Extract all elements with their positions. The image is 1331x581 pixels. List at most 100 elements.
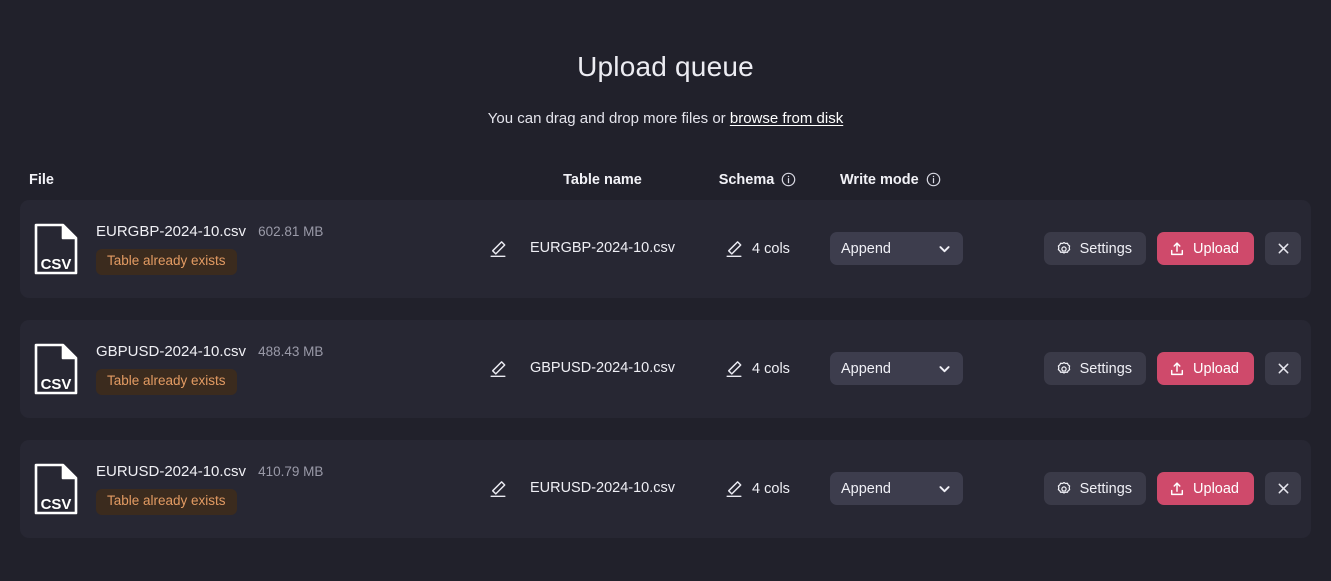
pencil-icon — [489, 240, 506, 257]
column-header-schema-label: Schema — [718, 171, 775, 188]
close-icon — [1278, 483, 1288, 494]
table-name-value: GBPUSD-2024-10.csv — [529, 360, 676, 377]
pencil-icon — [726, 240, 742, 257]
file-meta: EURUSD-2024-10.csv 410.79 MB Table alrea… — [96, 463, 323, 515]
upload-queue-list: CSV EURGBP-2024-10.csv 602.81 MB Table a… — [0, 199, 1331, 538]
close-icon — [1278, 243, 1288, 254]
settings-button[interactable]: Settings — [1043, 352, 1147, 386]
write-mode-value: Append — [841, 360, 891, 377]
column-header-table-name: Table name — [563, 171, 642, 188]
file-meta: EURGBP-2024-10.csv 602.81 MB Table alrea… — [96, 223, 323, 275]
settings-button[interactable]: Settings — [1043, 472, 1147, 506]
table-row: CSV GBPUSD-2024-10.csv 488.43 MB Table a… — [20, 319, 1311, 418]
column-header-schema: Schema — [685, 172, 830, 188]
chevron-down-icon — [939, 245, 950, 252]
table-column-headers: File Table name Schema Write mode — [0, 165, 1331, 195]
edit-schema-button[interactable]: 4 cols — [725, 360, 790, 378]
file-cell: CSV GBPUSD-2024-10.csv 488.43 MB Table a… — [20, 342, 475, 396]
upload-queue-page: Upload queue You can drag and drop more … — [0, 0, 1331, 581]
write-mode-select[interactable]: Append — [830, 352, 963, 386]
status-badge: Table already exists — [96, 488, 237, 515]
settings-button[interactable]: Settings — [1043, 232, 1147, 266]
file-size: 410.79 MB — [258, 463, 324, 479]
chevron-down-icon — [939, 485, 950, 492]
edit-table-name-cell — [475, 478, 520, 500]
svg-text:CSV: CSV — [41, 376, 72, 393]
info-icon[interactable] — [781, 172, 796, 187]
pencil-icon — [489, 360, 506, 377]
file-name: EURUSD-2024-10.csv — [96, 462, 247, 480]
status-badge: Table already exists — [96, 248, 237, 275]
upload-button-label: Upload — [1193, 360, 1239, 377]
table-name-value: EURGBP-2024-10.csv — [529, 240, 676, 257]
pencil-icon — [489, 480, 506, 497]
file-name-line: EURUSD-2024-10.csv 410.79 MB — [96, 463, 323, 480]
schema-value: 4 cols — [752, 360, 790, 377]
column-header-write-mode-label: Write mode — [840, 171, 919, 188]
remove-row-button[interactable] — [1265, 472, 1301, 506]
subtitle-text: You can drag and drop more files or — [487, 109, 730, 127]
edit-schema-button[interactable]: 4 cols — [725, 240, 790, 258]
file-cell: CSV EURGBP-2024-10.csv 602.81 MB Table a… — [20, 222, 475, 276]
upload-button[interactable]: Upload — [1157, 472, 1254, 506]
upload-tray-icon — [1171, 482, 1184, 495]
edit-table-name-cell — [475, 358, 520, 380]
csv-file-icon: CSV — [34, 343, 78, 394]
upload-button-label: Upload — [1193, 480, 1239, 497]
write-mode-value: Append — [841, 240, 891, 257]
remove-row-button[interactable] — [1265, 352, 1301, 386]
table-name-value: EURUSD-2024-10.csv — [529, 480, 676, 497]
csv-file-icon: CSV — [34, 223, 78, 274]
column-header-write-mode: Write mode — [830, 172, 1005, 188]
edit-schema-button[interactable]: 4 cols — [725, 480, 790, 498]
page-header: Upload queue You can drag and drop more … — [0, 0, 1331, 127]
edit-table-name-button[interactable] — [487, 238, 509, 260]
pencil-icon — [726, 480, 742, 497]
file-name: EURGBP-2024-10.csv — [96, 222, 247, 240]
upload-button-label: Upload — [1193, 240, 1239, 257]
upload-button[interactable]: Upload — [1157, 352, 1254, 386]
upload-button[interactable]: Upload — [1157, 232, 1254, 266]
file-size: 488.43 MB — [258, 343, 324, 359]
chevron-down-icon — [939, 365, 950, 372]
file-name-line: GBPUSD-2024-10.csv 488.43 MB — [96, 343, 323, 360]
schema-cell: 4 cols — [685, 360, 830, 378]
file-cell: CSV EURUSD-2024-10.csv 410.79 MB Table a… — [20, 462, 475, 516]
write-mode-cell: Append — [830, 232, 1005, 266]
gear-icon — [1057, 361, 1070, 374]
svg-text:CSV: CSV — [41, 496, 72, 513]
write-mode-value: Append — [841, 480, 891, 497]
file-name-line: EURGBP-2024-10.csv 602.81 MB — [96, 223, 323, 240]
row-actions: Settings Upload — [1005, 352, 1311, 386]
upload-tray-icon — [1171, 362, 1184, 375]
gear-icon — [1057, 481, 1070, 494]
page-title: Upload queue — [577, 51, 754, 82]
row-actions: Settings Upload — [1005, 472, 1311, 506]
write-mode-select[interactable]: Append — [830, 472, 963, 506]
close-icon — [1278, 363, 1288, 374]
table-row: CSV EURGBP-2024-10.csv 602.81 MB Table a… — [20, 199, 1311, 298]
edit-table-name-cell — [475, 238, 520, 260]
schema-value: 4 cols — [752, 480, 790, 497]
info-icon[interactable] — [926, 172, 941, 187]
page-subtitle: You can drag and drop more files or brow… — [0, 110, 1331, 127]
remove-row-button[interactable] — [1265, 232, 1301, 266]
write-mode-cell: Append — [830, 352, 1005, 386]
table-name-cell: EURGBP-2024-10.csv — [520, 239, 685, 258]
write-mode-select[interactable]: Append — [830, 232, 963, 266]
settings-button-label: Settings — [1079, 480, 1133, 497]
column-header-file: File — [29, 171, 54, 188]
status-badge: Table already exists — [96, 368, 237, 395]
svg-text:CSV: CSV — [41, 256, 72, 273]
edit-table-name-button[interactable] — [487, 358, 509, 380]
schema-cell: 4 cols — [685, 480, 830, 498]
browse-from-disk-link[interactable]: browse from disk — [730, 110, 843, 127]
pencil-icon — [726, 360, 742, 377]
file-name: GBPUSD-2024-10.csv — [96, 342, 247, 360]
table-name-cell: GBPUSD-2024-10.csv — [520, 359, 685, 378]
csv-file-icon: CSV — [34, 463, 78, 514]
file-meta: GBPUSD-2024-10.csv 488.43 MB Table alrea… — [96, 343, 323, 395]
table-row: CSV EURUSD-2024-10.csv 410.79 MB Table a… — [20, 439, 1311, 538]
edit-table-name-button[interactable] — [487, 478, 509, 500]
settings-button-label: Settings — [1079, 360, 1133, 377]
